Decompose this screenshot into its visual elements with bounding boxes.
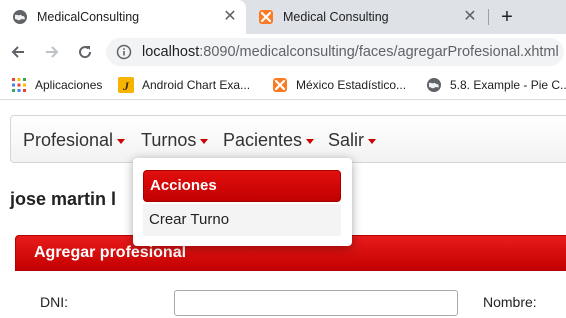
info-icon[interactable] <box>115 43 133 61</box>
menu-label: Profesional <box>23 129 114 150</box>
bookmark-label: 5.8. Example - Pie C... <box>450 78 566 92</box>
caret-down-icon <box>200 139 209 144</box>
user-name: jose martin l <box>10 189 117 209</box>
bookmark-pie-chart[interactable]: 5.8. Example - Pie C... <box>426 76 566 94</box>
menu-turnos[interactable]: Turnos <box>133 116 216 164</box>
forward-arrow-icon[interactable] <box>40 40 64 64</box>
j-icon: J <box>118 77 134 93</box>
tab-title: MedicalConsulting <box>37 10 140 24</box>
close-icon[interactable]: ✕ <box>222 9 238 25</box>
new-tab-button[interactable]: + <box>497 6 517 28</box>
close-icon[interactable]: ✕ <box>462 9 478 25</box>
caret-down-icon <box>368 139 377 144</box>
dni-input[interactable] <box>174 290 458 316</box>
globe-icon <box>12 9 28 25</box>
menu-label: Pacientes <box>223 129 303 150</box>
menu-label: Salir <box>328 129 365 150</box>
tab-medicalconsulting[interactable]: MedicalConsulting ✕ <box>0 0 246 34</box>
apps-grid-icon <box>11 77 27 93</box>
bookmark-label: México Estadístico... <box>296 78 407 92</box>
bookmark-label: Aplicaciones <box>35 78 103 92</box>
nombre-label: Nombre: <box>483 294 537 310</box>
caret-down-icon <box>117 139 126 144</box>
globe-icon <box>426 77 442 93</box>
reload-icon[interactable] <box>73 40 97 64</box>
menu-label: Turnos <box>141 129 197 150</box>
url-path: :8090/medicalconsulting/faces/agregarPro… <box>199 44 559 60</box>
dropdown-header: Acciones <box>143 170 341 202</box>
svg-text:J: J <box>122 79 130 93</box>
browser-toolbar: localhost:8090/medicalconsulting/faces/a… <box>0 34 566 70</box>
bookmarks-bar: Aplicaciones J Android Chart Exa... Méxi… <box>0 70 566 100</box>
address-bar[interactable]: localhost:8090/medicalconsulting/faces/a… <box>106 38 564 66</box>
tab-separator <box>488 9 489 25</box>
bookmark-mexico-estadistico[interactable]: México Estadístico... <box>272 76 406 94</box>
menu-pacientes[interactable]: Pacientes <box>223 116 315 164</box>
bookmark-android-chart[interactable]: J Android Chart Exa... <box>118 76 250 94</box>
menubar: Profesional Turnos Pacientes Salir <box>10 115 566 163</box>
url-host: localhost <box>142 44 200 60</box>
xampp-icon <box>272 77 288 93</box>
dropdown-item-crear-turno[interactable]: Crear Turno <box>143 204 341 236</box>
back-arrow-icon[interactable] <box>6 40 30 64</box>
tab-strip: MedicalConsulting ✕ Medical Consulting ✕… <box>0 0 566 34</box>
browser-window: MedicalConsulting ✕ Medical Consulting ✕… <box>0 0 566 318</box>
menu-salir[interactable]: Salir <box>328 116 377 164</box>
xampp-icon <box>258 9 274 25</box>
bookmark-aplicaciones[interactable]: Aplicaciones <box>11 76 102 94</box>
caret-down-icon <box>306 139 315 144</box>
menu-profesional[interactable]: Profesional <box>23 116 126 164</box>
tab-title: Medical Consulting <box>283 10 389 24</box>
turnos-dropdown: Acciones Crear Turno <box>133 158 352 246</box>
page-content: Profesional Turnos Pacientes Salir jose … <box>0 101 566 318</box>
panel-title: Agregar profesional <box>34 244 187 261</box>
bookmark-label: Android Chart Exa... <box>142 78 251 92</box>
dni-label: DNI: <box>40 294 68 310</box>
tab-medical-consulting[interactable]: Medical Consulting ✕ <box>246 0 486 34</box>
